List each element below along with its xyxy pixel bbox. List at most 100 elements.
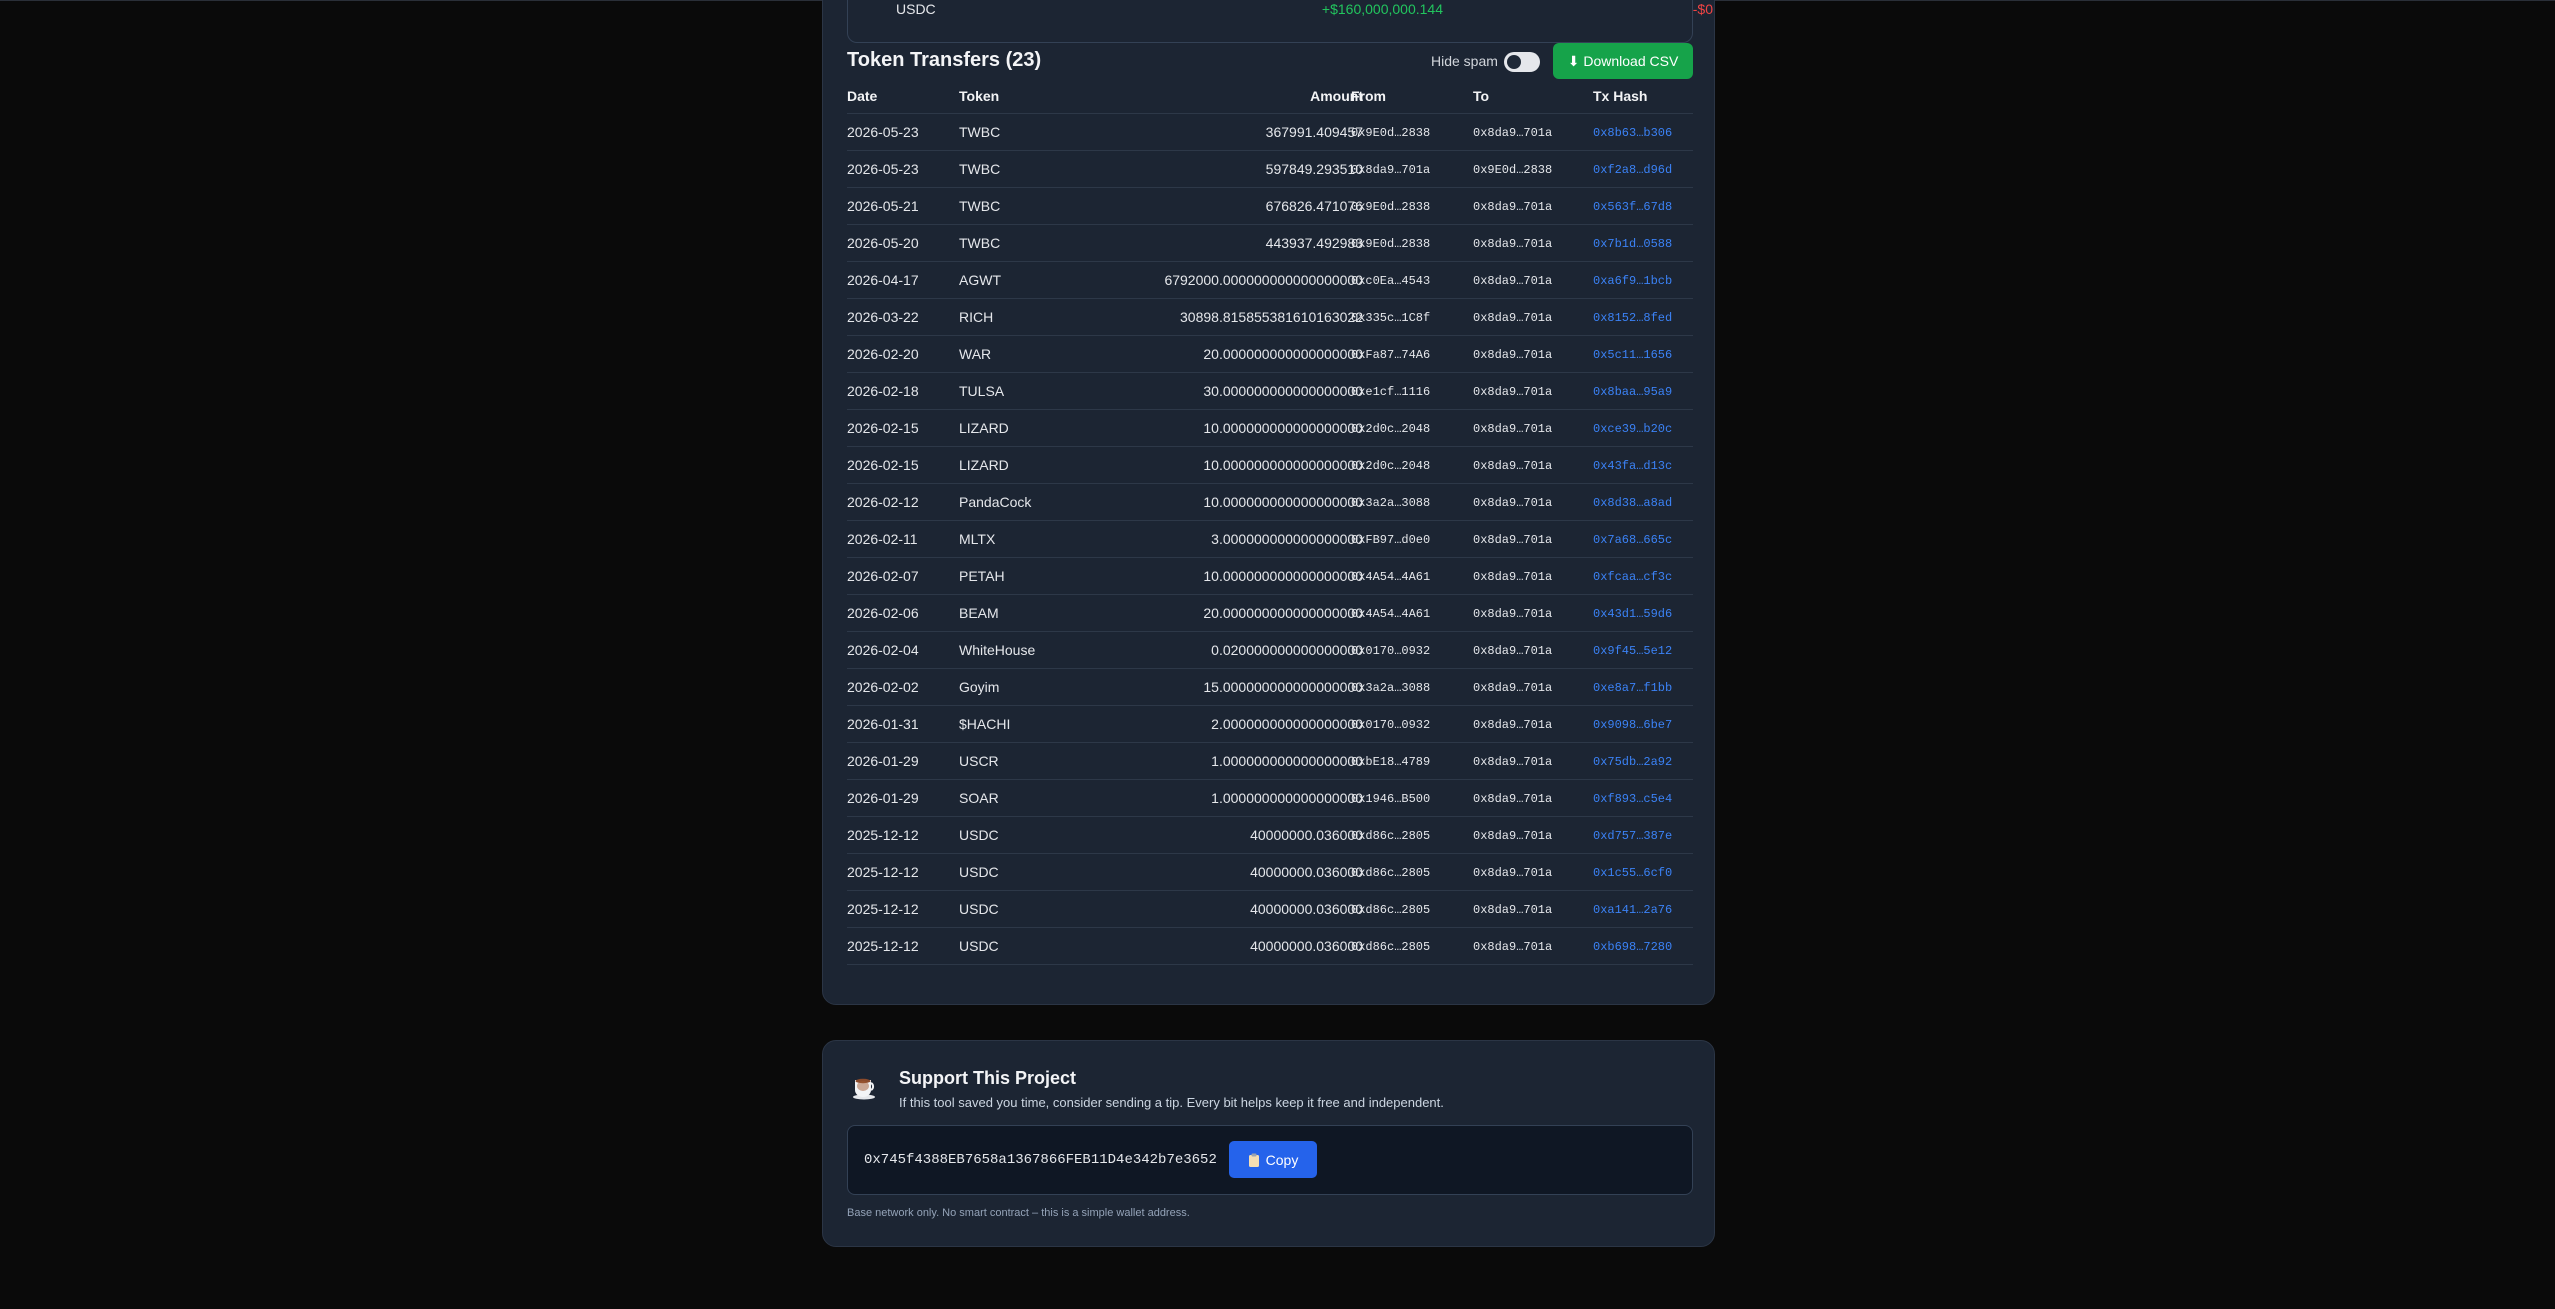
- table-row: 2026-02-15 LIZARD 10.000000000000000000 0x2…: [847, 410, 1693, 447]
- row-token: BEAM: [959, 605, 999, 621]
- row-to-address: 0x8da9…701a: [1473, 126, 1553, 140]
- row-from-address: 0x3a2a…3088: [1351, 496, 1431, 510]
- row-tx-hash-link[interactable]: 0x8baa…95a9: [1593, 385, 1672, 399]
- row-token: USDC: [959, 938, 999, 954]
- row-to-address: 0x8da9…701a: [1473, 459, 1553, 473]
- col-token: Token: [959, 88, 1000, 104]
- transfers-table: Date Token Amount From To Tx Hash 2026-0…: [847, 81, 1693, 965]
- row-token: AGWT: [959, 272, 1001, 288]
- row-tx-hash-link[interactable]: 0x9f45…5e12: [1593, 644, 1672, 658]
- row-from-address: 0xbE18…4789: [1351, 755, 1431, 769]
- row-to-address: 0x8da9…701a: [1473, 274, 1553, 288]
- row-token: LIZARD: [959, 457, 1009, 473]
- row-tx-hash-link[interactable]: 0xce39…b20c: [1593, 422, 1672, 436]
- table-header: Date Token Amount From To Tx Hash: [847, 81, 1693, 114]
- row-tx-hash-link[interactable]: 0xf2a8…d96d: [1593, 163, 1672, 177]
- col-date: Date: [847, 88, 878, 104]
- row-date: 2026-01-31: [847, 716, 919, 732]
- row-from-address: 0x0170…0932: [1351, 718, 1431, 732]
- row-tx-hash-link[interactable]: 0xe8a7…f1bb: [1593, 681, 1672, 695]
- row-from-address: 0xd86c…2805: [1351, 903, 1431, 917]
- row-tx-hash-link[interactable]: 0x43d1…59d6: [1593, 607, 1672, 621]
- row-amount: 20.000000000000000000: [1203, 346, 1363, 362]
- row-amount: 1.000000000000000000: [1211, 753, 1363, 769]
- row-from-address: 0x9E0d…2838: [1351, 237, 1431, 251]
- row-from-address: 0xd86c…2805: [1351, 829, 1431, 843]
- row-tx-hash-link[interactable]: 0xf893…c5e4: [1593, 792, 1672, 806]
- row-date: 2025-12-12: [847, 938, 919, 954]
- table-row: 2025-12-12 USDC 40000000.036000 0xd86c…2805…: [847, 928, 1693, 965]
- row-tx-hash-link[interactable]: 0xa6f9…1bcb: [1593, 274, 1672, 288]
- row-tx-hash-link[interactable]: 0xb698…7280: [1593, 940, 1672, 954]
- row-date: 2026-05-20: [847, 235, 919, 251]
- address-box: 0x745f4388EB7658a1367866FEB11D4e342b7e36…: [847, 1125, 1693, 1195]
- row-to-address: 0x8da9…701a: [1473, 533, 1553, 547]
- row-to-address: 0x8da9…701a: [1473, 866, 1553, 880]
- table-row: 2026-05-21 TWBC 676826.471076 0x9E0d…2838 0x…: [847, 188, 1693, 225]
- wallet-address[interactable]: 0x745f4388EB7658a1367866FEB11D4e342b7e36…: [864, 1152, 1217, 1168]
- row-date: 2026-02-04: [847, 642, 919, 658]
- row-tx-hash-link[interactable]: 0x5c11…1656: [1593, 348, 1672, 362]
- row-amount: 10.000000000000000000: [1203, 568, 1363, 584]
- row-date: 2026-02-20: [847, 346, 919, 362]
- row-to-address: 0x8da9…701a: [1473, 496, 1553, 510]
- prev-out-value: -$0: [1692, 1, 1713, 17]
- download-csv-label: ⬇ Download CSV: [1567, 52, 1679, 69]
- row-token: $HACHI: [959, 716, 1011, 732]
- row-amount: 10.000000000000000000: [1203, 494, 1363, 510]
- row-to-address: 0x8da9…701a: [1473, 422, 1553, 436]
- row-from-address: 0x1946…B500: [1351, 792, 1431, 806]
- row-from-address: 0xd86c…2805: [1351, 940, 1431, 954]
- row-token: PETAH: [959, 568, 1005, 584]
- row-to-address: 0x8da9…701a: [1473, 644, 1553, 658]
- prev-in-value: +$160,000,000.144: [1321, 1, 1443, 17]
- row-from-address: 0x3a2a…3088: [1351, 681, 1431, 695]
- row-from-address: 0xe1cf…1116: [1351, 385, 1431, 399]
- row-tx-hash-link[interactable]: 0x8d38…a8ad: [1593, 496, 1672, 510]
- row-token: USCR: [959, 753, 999, 769]
- row-to-address: 0x8da9…701a: [1473, 570, 1553, 584]
- row-tx-hash-link[interactable]: 0x1c55…6cf0: [1593, 866, 1672, 880]
- row-amount: 6792000.000000000000000000: [1164, 272, 1363, 288]
- table-row: 2026-05-20 TWBC 443937.492983 0x9E0d…2838 0x…: [847, 225, 1693, 262]
- row-tx-hash-link[interactable]: 0x7b1d…0588: [1593, 237, 1672, 251]
- row-from-address: 0x2d0c…2048: [1351, 422, 1431, 436]
- table-row: 2026-02-12 PandaCock 10.000000000000000000…: [847, 484, 1693, 521]
- row-from-address: 0x2d0c…2048: [1351, 459, 1431, 473]
- row-tx-hash-link[interactable]: 0x43fa…d13c: [1593, 459, 1672, 473]
- row-date: 2025-12-12: [847, 864, 919, 880]
- row-token: Goyim: [959, 679, 1000, 695]
- row-tx-hash-link[interactable]: 0x9098…6be7: [1593, 718, 1672, 732]
- download-csv-button[interactable]: ⬇ Download CSV: [1553, 43, 1693, 79]
- copy-button[interactable]: Copy: [1229, 1141, 1317, 1178]
- table-row: 2026-02-04 WhiteHouse 0.020000000000000000…: [847, 632, 1693, 669]
- row-amount: 40000000.036000: [1250, 938, 1363, 954]
- row-to-address: 0x8da9…701a: [1473, 755, 1553, 769]
- row-token: WAR: [959, 346, 992, 362]
- hide-spam-toggle[interactable]: [1504, 52, 1540, 72]
- row-date: 2025-12-12: [847, 827, 919, 843]
- row-tx-hash-link[interactable]: 0x75db…2a92: [1593, 755, 1672, 769]
- row-token: TWBC: [959, 161, 1001, 177]
- row-tx-hash-link[interactable]: 0x563f…67d8: [1593, 200, 1672, 214]
- row-tx-hash-link[interactable]: 0x8b63…b306: [1593, 126, 1672, 140]
- row-amount: 676826.471076: [1265, 198, 1363, 214]
- row-token: PandaCock: [959, 494, 1032, 510]
- row-from-address: 0xd86c…2805: [1351, 866, 1431, 880]
- row-token: USDC: [959, 827, 999, 843]
- row-to-address: 0x9E0d…2838: [1473, 163, 1553, 177]
- row-tx-hash-link[interactable]: 0x7a68…665c: [1593, 533, 1672, 547]
- row-date: 2026-05-21: [847, 198, 919, 214]
- row-date: 2026-02-02: [847, 679, 919, 695]
- table-row: 2026-02-02 Goyim 15.000000000000000000 0x3a…: [847, 669, 1693, 706]
- row-tx-hash-link[interactable]: 0xd757…387e: [1593, 829, 1672, 843]
- row-token: RICH: [959, 309, 994, 325]
- row-date: 2026-01-29: [847, 753, 919, 769]
- row-to-address: 0x8da9…701a: [1473, 792, 1553, 806]
- row-tx-hash-link[interactable]: 0xfcaa…cf3c: [1593, 570, 1672, 584]
- table-row: 2026-02-07 PETAH 10.000000000000000000 0x4A…: [847, 558, 1693, 595]
- row-tx-hash-link[interactable]: 0xa141…2a76: [1593, 903, 1672, 917]
- row-tx-hash-link[interactable]: 0x8152…8fed: [1593, 311, 1672, 325]
- row-to-address: 0x8da9…701a: [1473, 237, 1553, 251]
- copy-label: Copy: [1265, 1151, 1299, 1168]
